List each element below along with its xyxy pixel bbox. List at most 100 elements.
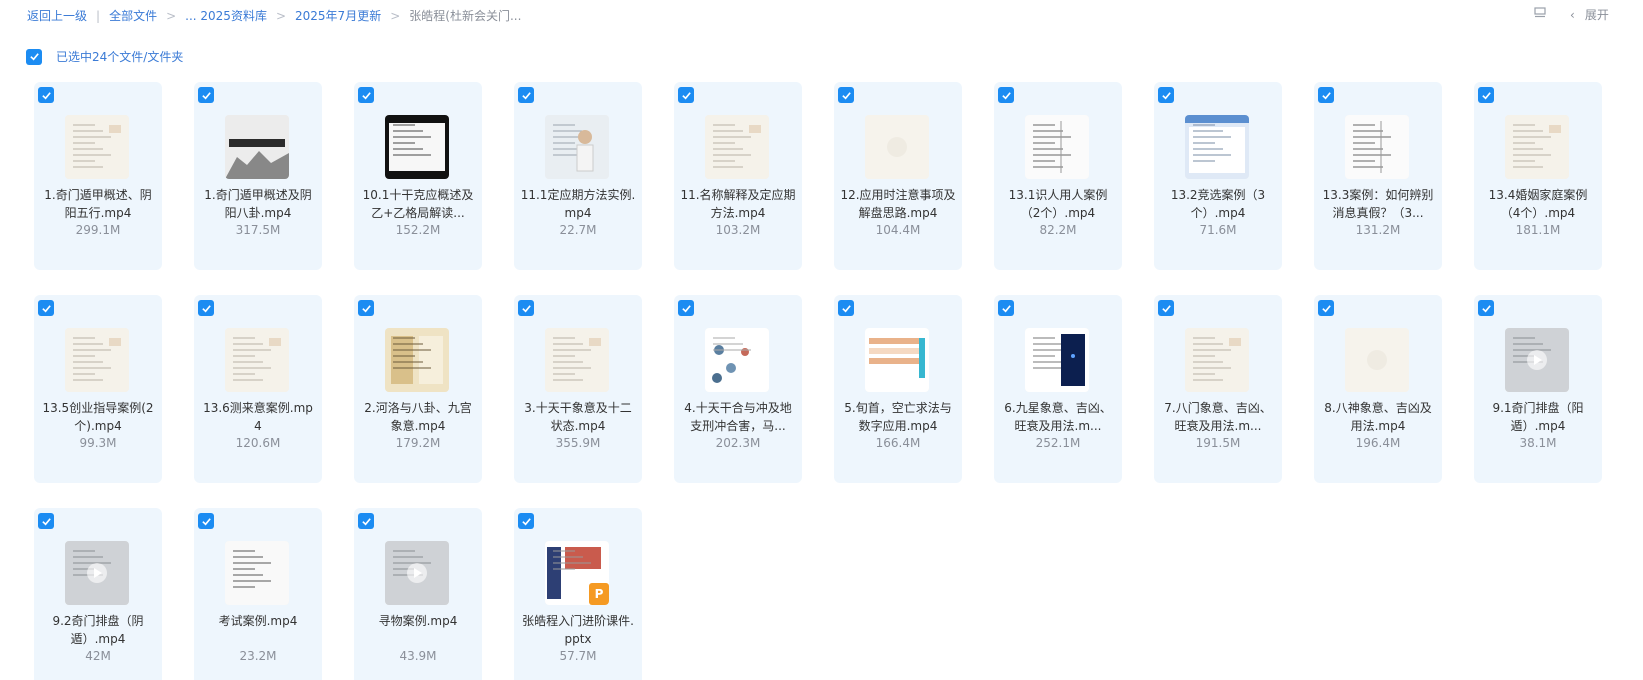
- file-name: 6.九星象意、吉凶、旺衰及用法.m...: [1004, 401, 1112, 433]
- file-checkbox[interactable]: [38, 300, 54, 316]
- check-icon: [1321, 91, 1331, 99]
- file-card[interactable]: 13.3案例：如何辨别消息真假？（3... 131.2M: [1314, 82, 1442, 270]
- check-icon: [1001, 304, 1011, 312]
- file-checkbox[interactable]: [38, 513, 54, 529]
- file-checkbox[interactable]: [1158, 87, 1174, 103]
- file-checkbox[interactable]: [358, 513, 374, 529]
- file-checkbox[interactable]: [198, 513, 214, 529]
- file-checkbox[interactable]: [198, 87, 214, 103]
- file-name: 1.奇门遁甲概述及阴阳八卦.mp4: [204, 188, 312, 220]
- file-thumbnail: [225, 328, 289, 392]
- file-thumbnail: [705, 115, 769, 179]
- file-card[interactable]: 11.名称解释及定应期方法.mp4 103.2M: [674, 82, 802, 270]
- file-size: 179.2M: [395, 436, 441, 450]
- check-icon: [361, 517, 371, 525]
- file-name: 5.旬首，空亡求法与数字应用.mp4: [844, 401, 952, 433]
- file-checkbox[interactable]: [838, 300, 854, 316]
- file-card[interactable]: 考试案例.mp4 23.2M: [194, 508, 322, 680]
- file-thumbnail: [385, 328, 449, 392]
- check-icon: [1481, 91, 1491, 99]
- file-card[interactable]: 8.八神象意、吉凶及用法.mp4 196.4M: [1314, 295, 1442, 483]
- file-card[interactable]: 13.5创业指导案例(2个).mp4 99.3M: [34, 295, 162, 483]
- file-name: 9.2奇门排盘（阴遁）.mp4: [52, 614, 144, 646]
- file-checkbox[interactable]: [358, 87, 374, 103]
- list-view-icon[interactable]: [1533, 6, 1547, 20]
- breadcrumb-item-update[interactable]: 2025年7月更新: [295, 7, 381, 24]
- file-checkbox[interactable]: [1158, 300, 1174, 316]
- file-thumbnail: [545, 115, 609, 179]
- breadcrumb: 返回上一级 | 全部文件 > ... 2025资料库 > 2025年7月更新 >…: [27, 7, 521, 24]
- selection-count-label: 已选中24个文件/文件夹: [56, 50, 184, 64]
- file-size: 43.9M: [399, 649, 437, 663]
- file-name: 8.八神象意、吉凶及用法.mp4: [1324, 401, 1432, 433]
- file-card[interactable]: 3.十天干象意及十二状态.mp4 355.9M: [514, 295, 642, 483]
- check-icon: [841, 304, 851, 312]
- expand-button[interactable]: ‹ 展开: [1570, 6, 1609, 23]
- file-card[interactable]: 13.2竞选案例（3个）.mp4 71.6M: [1154, 82, 1282, 270]
- file-name: 考试案例.mp4: [218, 614, 298, 628]
- file-card[interactable]: 9.2奇门排盘（阴遁）.mp4 42M: [34, 508, 162, 680]
- select-all-checkbox[interactable]: [26, 48, 42, 65]
- check-icon: [361, 91, 371, 99]
- file-card[interactable]: 12.应用时注意事项及解盘思路.mp4 104.4M: [834, 82, 962, 270]
- file-checkbox[interactable]: [998, 300, 1014, 316]
- back-link[interactable]: 返回上一级: [27, 7, 87, 24]
- file-checkbox[interactable]: [518, 87, 534, 103]
- file-checkbox[interactable]: [1318, 300, 1334, 316]
- breadcrumb-separator: |: [96, 8, 101, 23]
- breadcrumb-current: 张皓程(杜新会关门...: [409, 9, 522, 23]
- file-card[interactable]: 7.八门象意、吉凶、旺衰及用法.m... 191.5M: [1154, 295, 1282, 483]
- file-checkbox[interactable]: [1318, 87, 1334, 103]
- file-size: 104.4M: [875, 223, 921, 237]
- file-card[interactable]: 13.4婚姻家庭案例（4个）.mp4 181.1M: [1474, 82, 1602, 270]
- file-card[interactable]: 13.6测来意案例.mp4 120.6M: [194, 295, 322, 483]
- file-checkbox[interactable]: [838, 87, 854, 103]
- file-name: 1.奇门遁甲概述、阴阳五行.mp4: [44, 188, 152, 220]
- file-checkbox[interactable]: [198, 300, 214, 316]
- file-checkbox[interactable]: [678, 87, 694, 103]
- file-thumbnail: [225, 115, 289, 179]
- file-thumbnail: [1345, 115, 1409, 179]
- select-all-row: 已选中24个文件/文件夹: [26, 48, 183, 65]
- check-icon: [1321, 304, 1331, 312]
- file-checkbox[interactable]: [358, 300, 374, 316]
- check-icon: [29, 53, 39, 61]
- file-card[interactable]: P 张皓程入门进阶课件.pptx 57.7M: [514, 508, 642, 680]
- chevron-left-icon: ‹: [1570, 7, 1575, 22]
- file-checkbox[interactable]: [38, 87, 54, 103]
- file-size: 355.9M: [555, 436, 601, 450]
- chevron-right-icon: >: [390, 8, 401, 23]
- check-icon: [1161, 304, 1171, 312]
- file-name: 10.1十干克应概述及乙+乙格局解读...: [362, 188, 474, 220]
- file-card[interactable]: 6.九星象意、吉凶、旺衰及用法.m... 252.1M: [994, 295, 1122, 483]
- check-icon: [41, 304, 51, 312]
- file-card[interactable]: 1.奇门遁甲概述、阴阳五行.mp4 299.1M: [34, 82, 162, 270]
- file-size: 23.2M: [239, 649, 277, 663]
- file-checkbox[interactable]: [1478, 87, 1494, 103]
- file-card[interactable]: 11.1定应期方法实例.mp4 22.7M: [514, 82, 642, 270]
- file-size: 131.2M: [1355, 223, 1401, 237]
- file-card[interactable]: 13.1识人用人案例（2个）.mp4 82.2M: [994, 82, 1122, 270]
- file-checkbox[interactable]: [518, 300, 534, 316]
- check-icon: [201, 517, 211, 525]
- file-checkbox[interactable]: [678, 300, 694, 316]
- file-card[interactable]: 5.旬首，空亡求法与数字应用.mp4 166.4M: [834, 295, 962, 483]
- file-card[interactable]: 10.1十干克应概述及乙+乙格局解读... 152.2M: [354, 82, 482, 270]
- file-card[interactable]: 1.奇门遁甲概述及阴阳八卦.mp4 317.5M: [194, 82, 322, 270]
- check-icon: [41, 517, 51, 525]
- breadcrumb-item-all-files[interactable]: 全部文件: [109, 7, 157, 24]
- file-card[interactable]: 寻物案例.mp4 43.9M: [354, 508, 482, 680]
- file-size: 152.2M: [395, 223, 441, 237]
- file-card[interactable]: 4.十天干合与冲及地支刑冲合害，马... 202.3M: [674, 295, 802, 483]
- file-thumbnail: [1185, 328, 1249, 392]
- file-name: 13.1识人用人案例（2个）.mp4: [1008, 188, 1108, 220]
- file-size: 166.4M: [875, 436, 921, 450]
- breadcrumb-item-library[interactable]: ... 2025资料库: [185, 7, 267, 24]
- file-card[interactable]: 2.河洛与八卦、九宫象意.mp4 179.2M: [354, 295, 482, 483]
- file-checkbox[interactable]: [518, 513, 534, 529]
- file-size: 181.1M: [1515, 223, 1561, 237]
- file-card[interactable]: 9.1奇门排盘（阳遁）.mp4 38.1M: [1474, 295, 1602, 483]
- file-checkbox[interactable]: [998, 87, 1014, 103]
- file-thumbnail: [1505, 115, 1569, 179]
- file-checkbox[interactable]: [1478, 300, 1494, 316]
